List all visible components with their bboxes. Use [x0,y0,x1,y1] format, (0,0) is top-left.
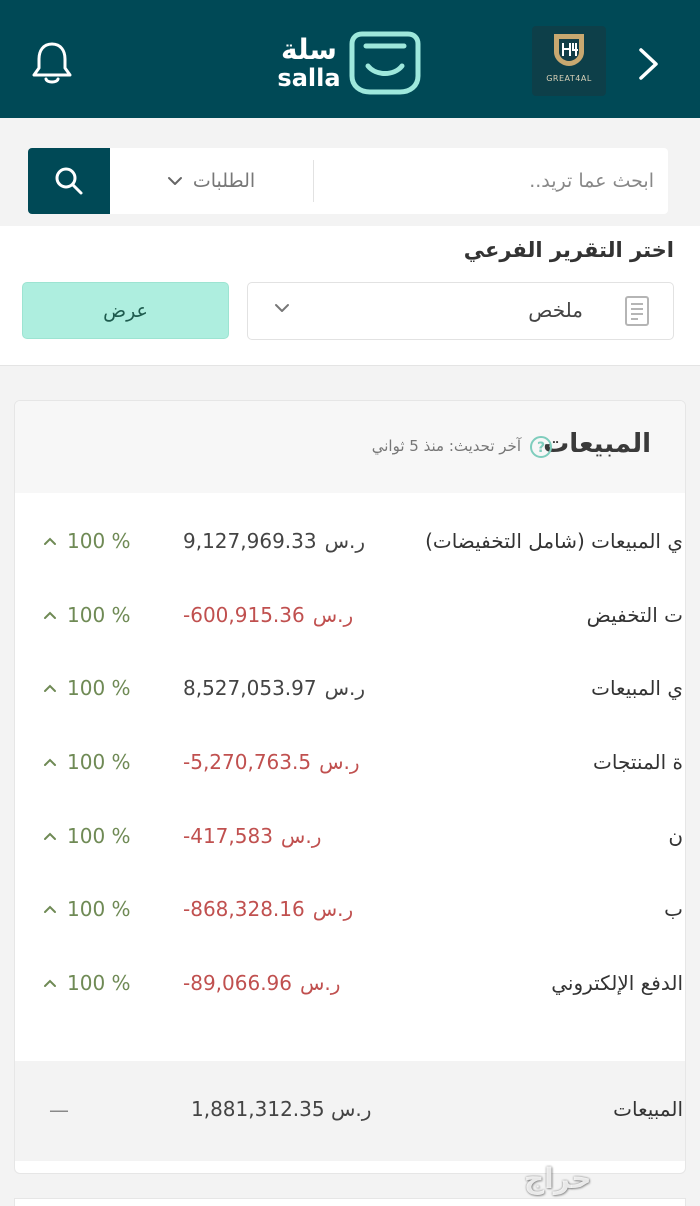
chevron-up-icon [44,832,56,840]
row-amount: 9,127,969.33 ر.س [183,529,365,553]
row-amount: 8,527,053.97 ر.س [183,676,365,700]
row-change: 100 % [43,897,131,921]
row-label: ة المنتجات [593,750,683,775]
help-icon[interactable]: ? [529,435,553,459]
row-label: ي المبيعات (شامل التخفيضات) [425,529,683,553]
total-amount: 1,881,312.35 ر.س [191,1097,371,1121]
chevron-right-icon[interactable] [632,44,664,84]
app-header: سلة salla GREAT4AL [0,0,700,118]
view-button[interactable]: عرض [22,282,229,339]
chevron-up-icon [44,611,56,619]
chevron-up-icon [44,758,56,767]
salla-bag-icon [349,31,421,95]
store-name: GREAT4AL [546,74,592,83]
last-updated: آخر تحديث: منذ 5 ثواني [371,437,521,455]
divider [313,160,314,202]
currency: ر.س [319,750,360,775]
sub-report-label: اختر التقرير الفرعي [463,238,674,262]
row-change: 100 % [43,676,131,700]
currency: ر.س [300,971,341,996]
search-bar: الطلبات [28,148,668,214]
change-percent: 100 % [67,897,131,922]
salla-logo[interactable]: سلة salla [270,30,430,96]
chevron-up-icon [44,906,56,914]
search-icon [55,167,83,195]
row-change: 100 % [43,971,131,995]
sales-row: ي المبيعات 8,527,053.97 ر.س 100 % [15,654,685,728]
row-change: 100 % [43,824,131,848]
sales-row: الدفع الإلكتروني -89,066.96 ر.س 100 % [15,949,685,1023]
bell-icon[interactable] [30,40,74,86]
sales-rows: ي المبيعات (شامل التخفيضات) 9,127,969.33… [15,507,685,1023]
chevron-up-icon [44,684,56,693]
sales-total-row: المبيعات 1,881,312.35 ر.س — [15,1061,685,1161]
sales-title: المبيعات [543,429,651,459]
chevron-up-icon [44,537,56,545]
amount-value: -5,270,763.5 [183,750,312,775]
amount-value: 1,881,312.35 [191,1097,325,1121]
total-label: المبيعات [613,1097,683,1121]
sales-row: ي المبيعات (شامل التخفيضات) 9,127,969.33… [15,507,685,581]
amount-value: -868,328.16 [183,897,305,922]
sales-row: ة المنتجات -5,270,763.5 ر.س 100 % [15,728,685,802]
row-label: ي المبيعات [591,676,683,701]
currency: ر.س [324,529,366,553]
row-change: 100 % [43,603,131,627]
search-button[interactable] [28,148,110,214]
amount-value: 8,527,053.97 [183,676,317,701]
amount-value: 9,127,969.33 [183,529,317,553]
total-change: — [49,1098,69,1122]
store-avatar[interactable]: GREAT4AL [532,26,606,96]
row-amount: -417,583 ر.س [183,824,321,848]
logo-english: salla [277,64,341,92]
search-input[interactable] [324,148,654,214]
logo-arabic: سلة [281,33,337,66]
sub-report-card: اختر التقرير الفرعي عرض ملخص [0,226,700,366]
row-amount: -868,328.16 ر.س [183,897,353,921]
row-label: ت التخفيض [586,602,683,627]
next-card-edge [14,1198,686,1206]
sub-report-select[interactable]: ملخص [247,282,674,340]
sales-panel: المبيعات ? آخر تحديث: منذ 5 ثواني ي المب… [14,400,686,1174]
sub-report-value: ملخص [528,298,583,322]
change-percent: 100 % [67,676,131,701]
row-amount: -89,066.96 ر.س [183,971,340,995]
chevron-up-icon [44,979,56,988]
change-percent: 100 % [67,602,131,627]
currency: ر.س [312,602,354,627]
change-percent: 100 % [67,750,131,775]
amount-value: -89,066.96 [183,971,293,996]
search-scope-label: الطلبات [192,170,256,192]
row-label: ب [664,897,683,922]
store-logo-mark [554,34,584,66]
sales-row: ن -417,583 ر.س 100 % [15,802,685,876]
change-percent: 100 % [67,971,131,996]
row-label: الدفع الإلكتروني [551,971,683,996]
chevron-down-icon [167,177,182,185]
currency: ر.س [280,823,322,848]
currency: ر.س [324,676,366,701]
row-amount: -5,270,763.5 ر.س [183,750,360,774]
sales-row: ت التخفيض -600,915.36 ر.س 100 % [15,581,685,655]
row-change: 100 % [43,750,131,774]
document-icon [625,296,649,326]
search-section: الطلبات [0,118,700,226]
row-label: ن [668,823,683,848]
change-percent: 100 % [67,529,131,553]
row-change: 100 % [43,529,131,553]
sales-row: ب -868,328.16 ر.س 100 % [15,875,685,949]
row-amount: -600,915.36 ر.س [183,603,353,627]
currency: ر.س [330,1097,372,1121]
watermark: حراج [524,1162,592,1195]
search-scope-select[interactable]: الطلبات [110,148,312,214]
amount-value: -417,583 [183,823,273,848]
svg-text:?: ? [537,440,545,456]
logo-wordmark: سلة salla [274,33,344,92]
change-percent: 100 % [67,823,131,848]
sales-header: المبيعات ? آخر تحديث: منذ 5 ثواني [15,401,685,493]
currency: ر.س [312,897,354,922]
amount-value: -600,915.36 [183,602,305,627]
chevron-down-icon [275,304,289,312]
